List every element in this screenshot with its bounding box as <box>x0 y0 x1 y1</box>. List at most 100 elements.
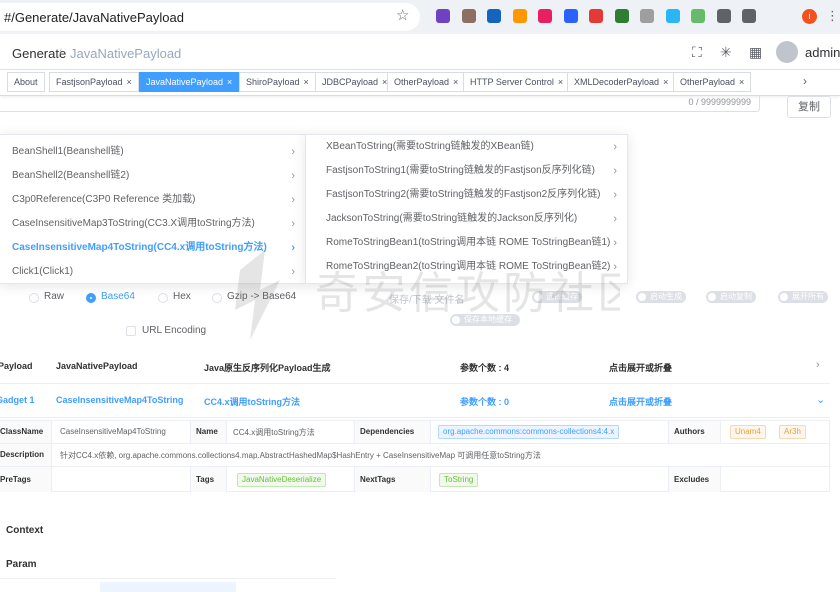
extension-icon[interactable] <box>589 9 603 23</box>
cascader-option-label: CaseInsensitiveMap3ToString(CC3.X调用toStr… <box>12 218 255 229</box>
extension-icon[interactable] <box>691 9 705 23</box>
close-icon[interactable]: × <box>739 77 744 87</box>
tab-about[interactable]: About <box>7 72 45 92</box>
radio-gzip-base64-label[interactable]: Gzip -> Base64 <box>227 291 296 302</box>
switch-expand-all[interactable]: 展开所有 <box>778 291 828 303</box>
extension-icon[interactable] <box>487 9 501 23</box>
chevron-right-icon: › <box>613 237 617 249</box>
author-tag: Ar3h <box>779 425 806 439</box>
param-input[interactable] <box>100 582 236 592</box>
chevron-right-icon[interactable]: › <box>816 359 820 371</box>
cascader-option[interactable]: FastjsonToString2(需要toString链触发的Fastjson… <box>306 183 627 207</box>
cascader-option-label: RomeToStringBean1(toString调用本链 ROME ToSt… <box>326 237 611 248</box>
radio-base64[interactable] <box>86 293 96 303</box>
extension-icon[interactable] <box>665 9 680 23</box>
close-icon[interactable]: × <box>304 77 309 87</box>
gadget-toggle[interactable]: 点击展开或折叠 <box>609 395 672 408</box>
tab-jdbcpayload[interactable]: JDBCPayload × <box>315 72 395 92</box>
puzzle-icon[interactable] <box>716 9 731 23</box>
extension-icon[interactable] <box>563 9 578 23</box>
loading-icon[interactable]: ✳ <box>720 44 732 61</box>
payload-output-textarea[interactable]: 0 / 9999999999 <box>0 96 760 112</box>
extension-icon[interactable] <box>640 9 654 23</box>
payload-label: Payload <box>0 361 33 371</box>
avatar[interactable] <box>776 41 798 63</box>
profile-icon[interactable]: i <box>802 9 817 24</box>
chevron-right-icon: › <box>291 194 295 206</box>
excludes-label: Excludes <box>669 467 721 492</box>
tab-label: HTTP Server Control <box>470 77 554 87</box>
tab-fastjsonpayload[interactable]: FastjsonPayload × <box>49 72 139 92</box>
radio-gzip-base64[interactable] <box>212 293 222 303</box>
radio-hex-label[interactable]: Hex <box>173 291 191 302</box>
breadcrumb-separator: / <box>58 46 62 61</box>
cascader-option[interactable]: C3p0Reference(C3P0 Reference 类加载) › <box>0 188 305 212</box>
switch-auto-copy[interactable]: 启动复制 <box>706 291 756 303</box>
cascader-option[interactable]: JacksonToString(需要toString链触发的Jackson反序列… <box>306 207 627 231</box>
cascader-option[interactable]: CaseInsensitiveMap4ToString(CC4.x调用toStr… <box>0 236 305 260</box>
close-icon[interactable]: × <box>453 77 458 87</box>
url-encoding-label[interactable]: URL Encoding <box>142 325 206 336</box>
cascader-option[interactable]: RomeToStringBean1(toString调用本链 ROME ToSt… <box>306 231 627 255</box>
dependency-tag: org.apache.commons:commons-collections4:… <box>438 425 620 439</box>
cascader-option[interactable]: CaseInsensitiveMap3ToString(CC3.X调用toStr… <box>0 212 305 236</box>
close-icon[interactable]: × <box>663 77 668 87</box>
switch-select-cache[interactable]: 选择缓存 <box>532 291 582 303</box>
tab-javanativepayload[interactable]: JavaNativePayload × <box>139 72 240 92</box>
tabs-scroll-right-icon[interactable]: › <box>803 74 807 88</box>
classname-label: ClassName <box>0 421 52 443</box>
payload-toggle[interactable]: 点击展开或折叠 <box>609 361 672 374</box>
cascader-option[interactable]: BeanShell1(Beanshell链) › <box>0 140 305 164</box>
bookmark-star-icon[interactable]: ☆ <box>396 6 409 24</box>
reading-list-icon[interactable] <box>742 9 756 23</box>
gadget-details-table: ClassName CaseInsensitiveMap4ToString Na… <box>0 420 830 492</box>
cascader-option[interactable]: RomeToStringBean2(toString调用本链 ROME ToSt… <box>306 255 627 279</box>
payload-row[interactable]: Payload JavaNativePayload Java原生反序列化Payl… <box>0 350 830 384</box>
close-icon[interactable]: × <box>127 77 132 87</box>
chevron-right-icon: › <box>291 266 295 278</box>
switch-auto-generate[interactable]: 启动生成 <box>636 291 686 303</box>
more-menu-icon[interactable]: ⋮ <box>826 8 839 24</box>
dependencies-label: Dependencies <box>355 421 431 443</box>
gadget-label: Gadget 1 <box>0 395 35 405</box>
close-icon[interactable]: × <box>227 77 232 87</box>
fullscreen-icon[interactable]: ⛶ <box>692 44 702 61</box>
tab-xmldecoderpayload[interactable]: XMLDecoderPayload × <box>567 72 676 92</box>
save-filename-input[interactable]: 保存/下载 文件名 <box>389 291 465 306</box>
cascader-option-label: JacksonToString(需要toString链触发的Jackson反序列… <box>326 213 578 224</box>
extension-icon[interactable] <box>614 9 629 23</box>
extension-icon[interactable] <box>512 9 527 23</box>
tab-otherpayload[interactable]: OtherPayload × <box>673 72 752 92</box>
tab-shiropayload[interactable]: ShiroPayload × <box>239 72 316 92</box>
url-encoding-checkbox[interactable] <box>126 326 136 336</box>
username[interactable]: admin <box>805 45 840 60</box>
extension-icon[interactable] <box>436 9 450 23</box>
radio-base64-label[interactable]: Base64 <box>101 291 135 302</box>
char-counter: 0 / 9999999999 <box>688 97 751 107</box>
address-bar[interactable]: #/Generate/JavaNativePayload <box>0 3 420 31</box>
payload-desc: Java原生反序列化Payload生成 <box>204 363 331 373</box>
gadget-desc: CC4.x调用toString方法 <box>204 397 301 407</box>
grid-icon[interactable]: ▦ <box>749 44 762 61</box>
chevron-right-icon: › <box>291 170 295 182</box>
tab-label: JDBCPayload <box>322 77 379 87</box>
switch-save-local-cache[interactable]: 保存本地缓存 <box>450 314 520 326</box>
gadget-row[interactable]: Gadget 1 CaseInsensitiveMap4ToString CC4… <box>0 384 830 418</box>
chevron-right-icon: › <box>291 146 295 158</box>
radio-raw-label[interactable]: Raw <box>44 291 64 302</box>
cascader-option[interactable]: FastjsonToString1(需要toString链触发的Fastjson… <box>306 159 627 183</box>
extension-icon[interactable] <box>538 9 552 23</box>
cookie-icon[interactable] <box>461 9 476 23</box>
radio-hex[interactable] <box>158 293 168 303</box>
radio-raw[interactable] <box>29 293 39 303</box>
close-icon[interactable]: × <box>558 77 563 87</box>
tab-otherpayload[interactable]: OtherPayload × <box>387 72 466 92</box>
payload-param-count: 参数个数 : 4 <box>460 363 510 373</box>
chevron-down-icon[interactable]: ⌄ <box>816 393 825 406</box>
cascader-option[interactable]: XBeanToString(需要toString链触发的XBean链) › <box>306 135 627 159</box>
copy-button[interactable]: 复制 <box>787 96 831 118</box>
cascader-option[interactable]: BeanShell2(Beanshell链2) › <box>0 164 305 188</box>
tab-label: FastjsonPayload <box>56 77 123 87</box>
tab-http-server-control[interactable]: HTTP Server Control × <box>463 72 571 92</box>
cascader-option[interactable]: Click1(Click1) › <box>0 260 305 283</box>
